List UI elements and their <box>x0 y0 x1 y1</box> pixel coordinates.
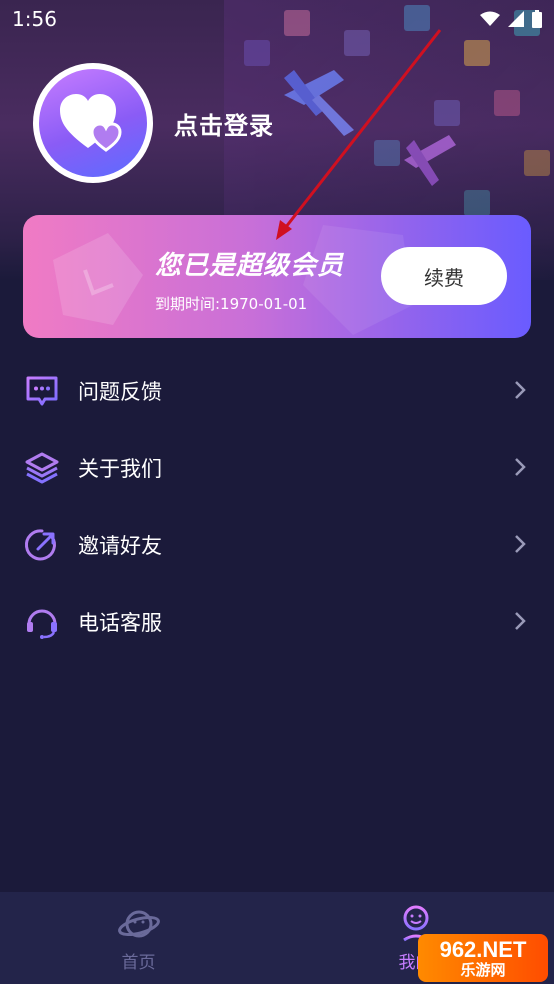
menu-item-label: 问题反馈 <box>78 379 162 404</box>
tab-home[interactable]: 首页 <box>0 892 277 984</box>
watermark-bottom-text: 乐游网 <box>460 961 506 979</box>
menu-item-label: 邀请好友 <box>78 533 162 558</box>
share-arrow-icon <box>24 528 56 560</box>
signal-icon <box>508 11 524 27</box>
site-watermark-logo: 962.NET 乐游网 <box>418 934 548 982</box>
menu-item-label: 电话客服 <box>78 610 162 635</box>
chevron-right-icon <box>515 381 526 399</box>
battery-icon <box>532 10 542 28</box>
chevron-right-icon <box>515 458 526 476</box>
tab-label: 首页 <box>121 952 156 973</box>
wifi-icon <box>480 11 500 26</box>
watermark-top-text: 962.NET <box>439 936 527 962</box>
status-time: 1:56 <box>12 7 57 31</box>
chevron-right-icon <box>515 535 526 553</box>
layers-icon <box>25 452 59 483</box>
vip-expire-date: 到期时间:1970-01-01 <box>155 295 308 313</box>
vip-card: 您已是超级会员 到期时间:1970-01-01 续费 <box>23 215 531 338</box>
menu-item-customer-service[interactable]: 电话客服 <box>0 583 554 660</box>
heart-logo-icon <box>60 94 122 152</box>
headset-icon <box>27 609 57 639</box>
renew-button[interactable]: 续费 <box>381 247 507 305</box>
login-link[interactable]: 点击登录 <box>174 106 274 141</box>
menu-item-label: 关于我们 <box>78 456 162 481</box>
planet-icon <box>117 910 160 937</box>
avatar[interactable] <box>33 63 153 183</box>
menu-item-about[interactable]: 关于我们 <box>0 429 554 506</box>
status-bar: 1:56 <box>0 0 554 38</box>
chat-bubble-icon <box>26 376 58 405</box>
chevron-right-icon <box>515 612 526 630</box>
menu-item-invite[interactable]: 邀请好友 <box>0 506 554 583</box>
vip-status-title: 您已是超级会员 <box>155 251 345 281</box>
settings-menu: 问题反馈 关于我们 邀请好友 电话客服 <box>0 352 554 660</box>
menu-item-feedback[interactable]: 问题反馈 <box>0 352 554 429</box>
